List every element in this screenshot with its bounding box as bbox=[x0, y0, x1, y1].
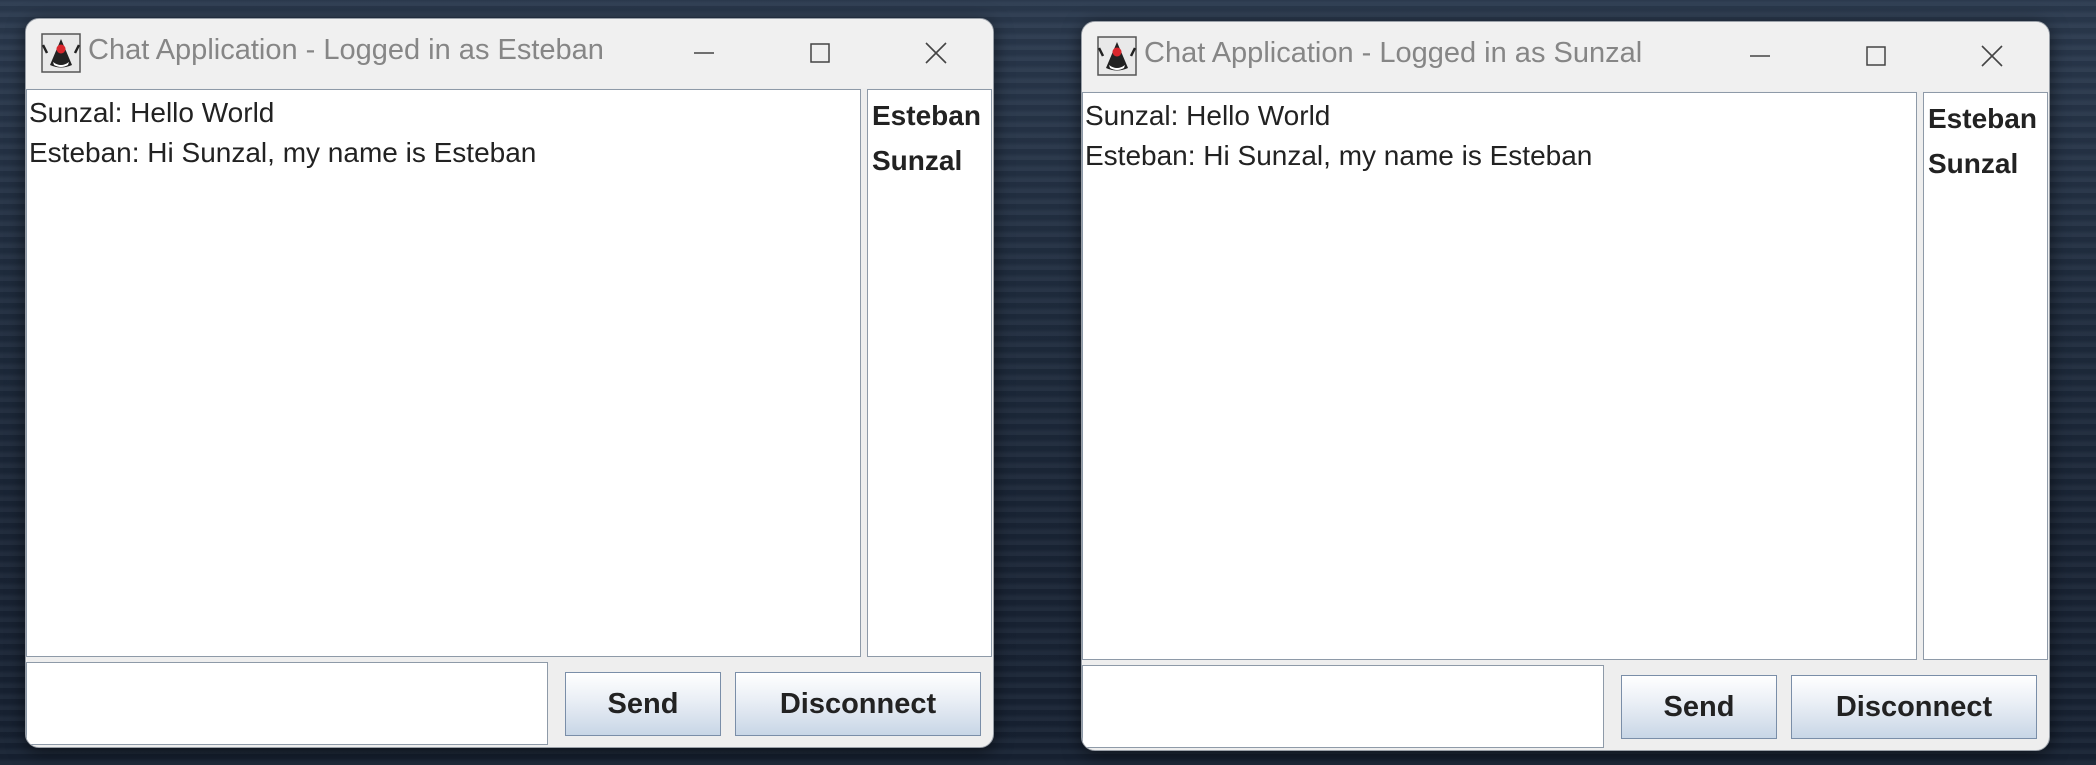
online-users-list[interactable]: Esteban Sunzal bbox=[1923, 92, 2048, 660]
maximize-button[interactable] bbox=[1846, 34, 1906, 78]
minimize-icon bbox=[694, 52, 714, 54]
minimize-button[interactable] bbox=[674, 31, 734, 75]
online-users-list[interactable]: Esteban Sunzal bbox=[867, 89, 992, 657]
chat-window-sunzal: Chat Application - Logged in as Sunzal S… bbox=[1081, 21, 2050, 751]
user-list-item[interactable]: Esteban bbox=[872, 93, 987, 138]
java-duke-icon bbox=[41, 33, 81, 73]
message-input[interactable] bbox=[1082, 665, 1604, 748]
chat-message: Esteban: Hi Sunzal, my name is Esteban bbox=[29, 137, 537, 168]
java-duke-icon bbox=[1097, 36, 1137, 76]
maximize-icon bbox=[1866, 46, 1886, 66]
send-button[interactable]: Send bbox=[565, 672, 721, 736]
user-list-item[interactable]: Sunzal bbox=[1928, 141, 2043, 186]
disconnect-button[interactable]: Disconnect bbox=[1791, 675, 2037, 739]
chat-history[interactable]: Sunzal: Hello World Esteban: Hi Sunzal, … bbox=[1082, 92, 1917, 660]
minimize-icon bbox=[1750, 55, 1770, 57]
chat-message: Esteban: Hi Sunzal, my name is Esteban bbox=[1085, 140, 1593, 171]
chat-message: Sunzal: Hello World bbox=[29, 97, 275, 128]
minimize-button[interactable] bbox=[1730, 34, 1790, 78]
chat-history[interactable]: Sunzal: Hello World Esteban: Hi Sunzal, … bbox=[26, 89, 861, 657]
maximize-icon bbox=[810, 43, 830, 63]
close-icon bbox=[1981, 45, 2003, 67]
title-bar[interactable]: Chat Application - Logged in as Esteban bbox=[26, 19, 993, 88]
window-title: Chat Application - Logged in as Sunzal bbox=[1144, 37, 1643, 69]
title-bar[interactable]: Chat Application - Logged in as Sunzal bbox=[1082, 22, 2049, 91]
chat-message: Sunzal: Hello World bbox=[1085, 100, 1331, 131]
window-title: Chat Application - Logged in as Esteban bbox=[88, 34, 604, 66]
maximize-button[interactable] bbox=[790, 31, 850, 75]
send-button[interactable]: Send bbox=[1621, 675, 1777, 739]
close-button[interactable] bbox=[906, 31, 966, 75]
user-list-item[interactable]: Sunzal bbox=[872, 138, 987, 183]
close-icon bbox=[925, 42, 947, 64]
user-list-item[interactable]: Esteban bbox=[1928, 96, 2043, 141]
disconnect-button[interactable]: Disconnect bbox=[735, 672, 981, 736]
message-input[interactable] bbox=[26, 662, 548, 745]
chat-window-esteban: Chat Application - Logged in as Esteban … bbox=[25, 18, 994, 748]
close-button[interactable] bbox=[1962, 34, 2022, 78]
